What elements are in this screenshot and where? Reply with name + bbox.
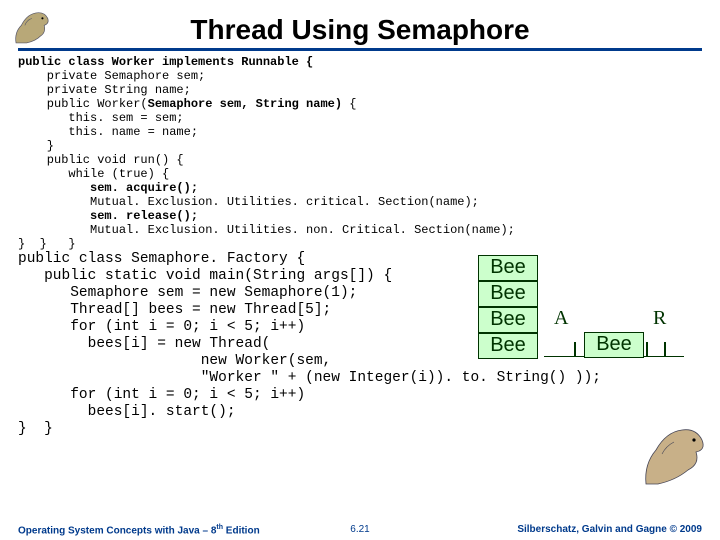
dino-left-icon bbox=[8, 6, 54, 50]
bee-box-3: Bee bbox=[478, 307, 538, 333]
dino-right-icon bbox=[640, 420, 710, 490]
label-a: A bbox=[554, 307, 568, 330]
footer-right: Silberschatz, Galvin and Gagne © 2009 bbox=[517, 524, 702, 535]
label-r: R bbox=[653, 307, 666, 330]
title-underline bbox=[18, 48, 702, 51]
queue-tick-1 bbox=[574, 342, 576, 356]
bee-box-queue: Bee bbox=[584, 332, 644, 358]
queue-tick-2 bbox=[646, 342, 648, 356]
slide-title: Thread Using Semaphore bbox=[18, 14, 702, 46]
bee-box-2: Bee bbox=[478, 281, 538, 307]
code-block-worker: public class Worker implements Runnable … bbox=[18, 55, 702, 251]
queue-tick-3 bbox=[664, 342, 666, 356]
bee-box-4: Bee bbox=[478, 333, 538, 359]
bee-box-1: Bee bbox=[478, 255, 538, 281]
